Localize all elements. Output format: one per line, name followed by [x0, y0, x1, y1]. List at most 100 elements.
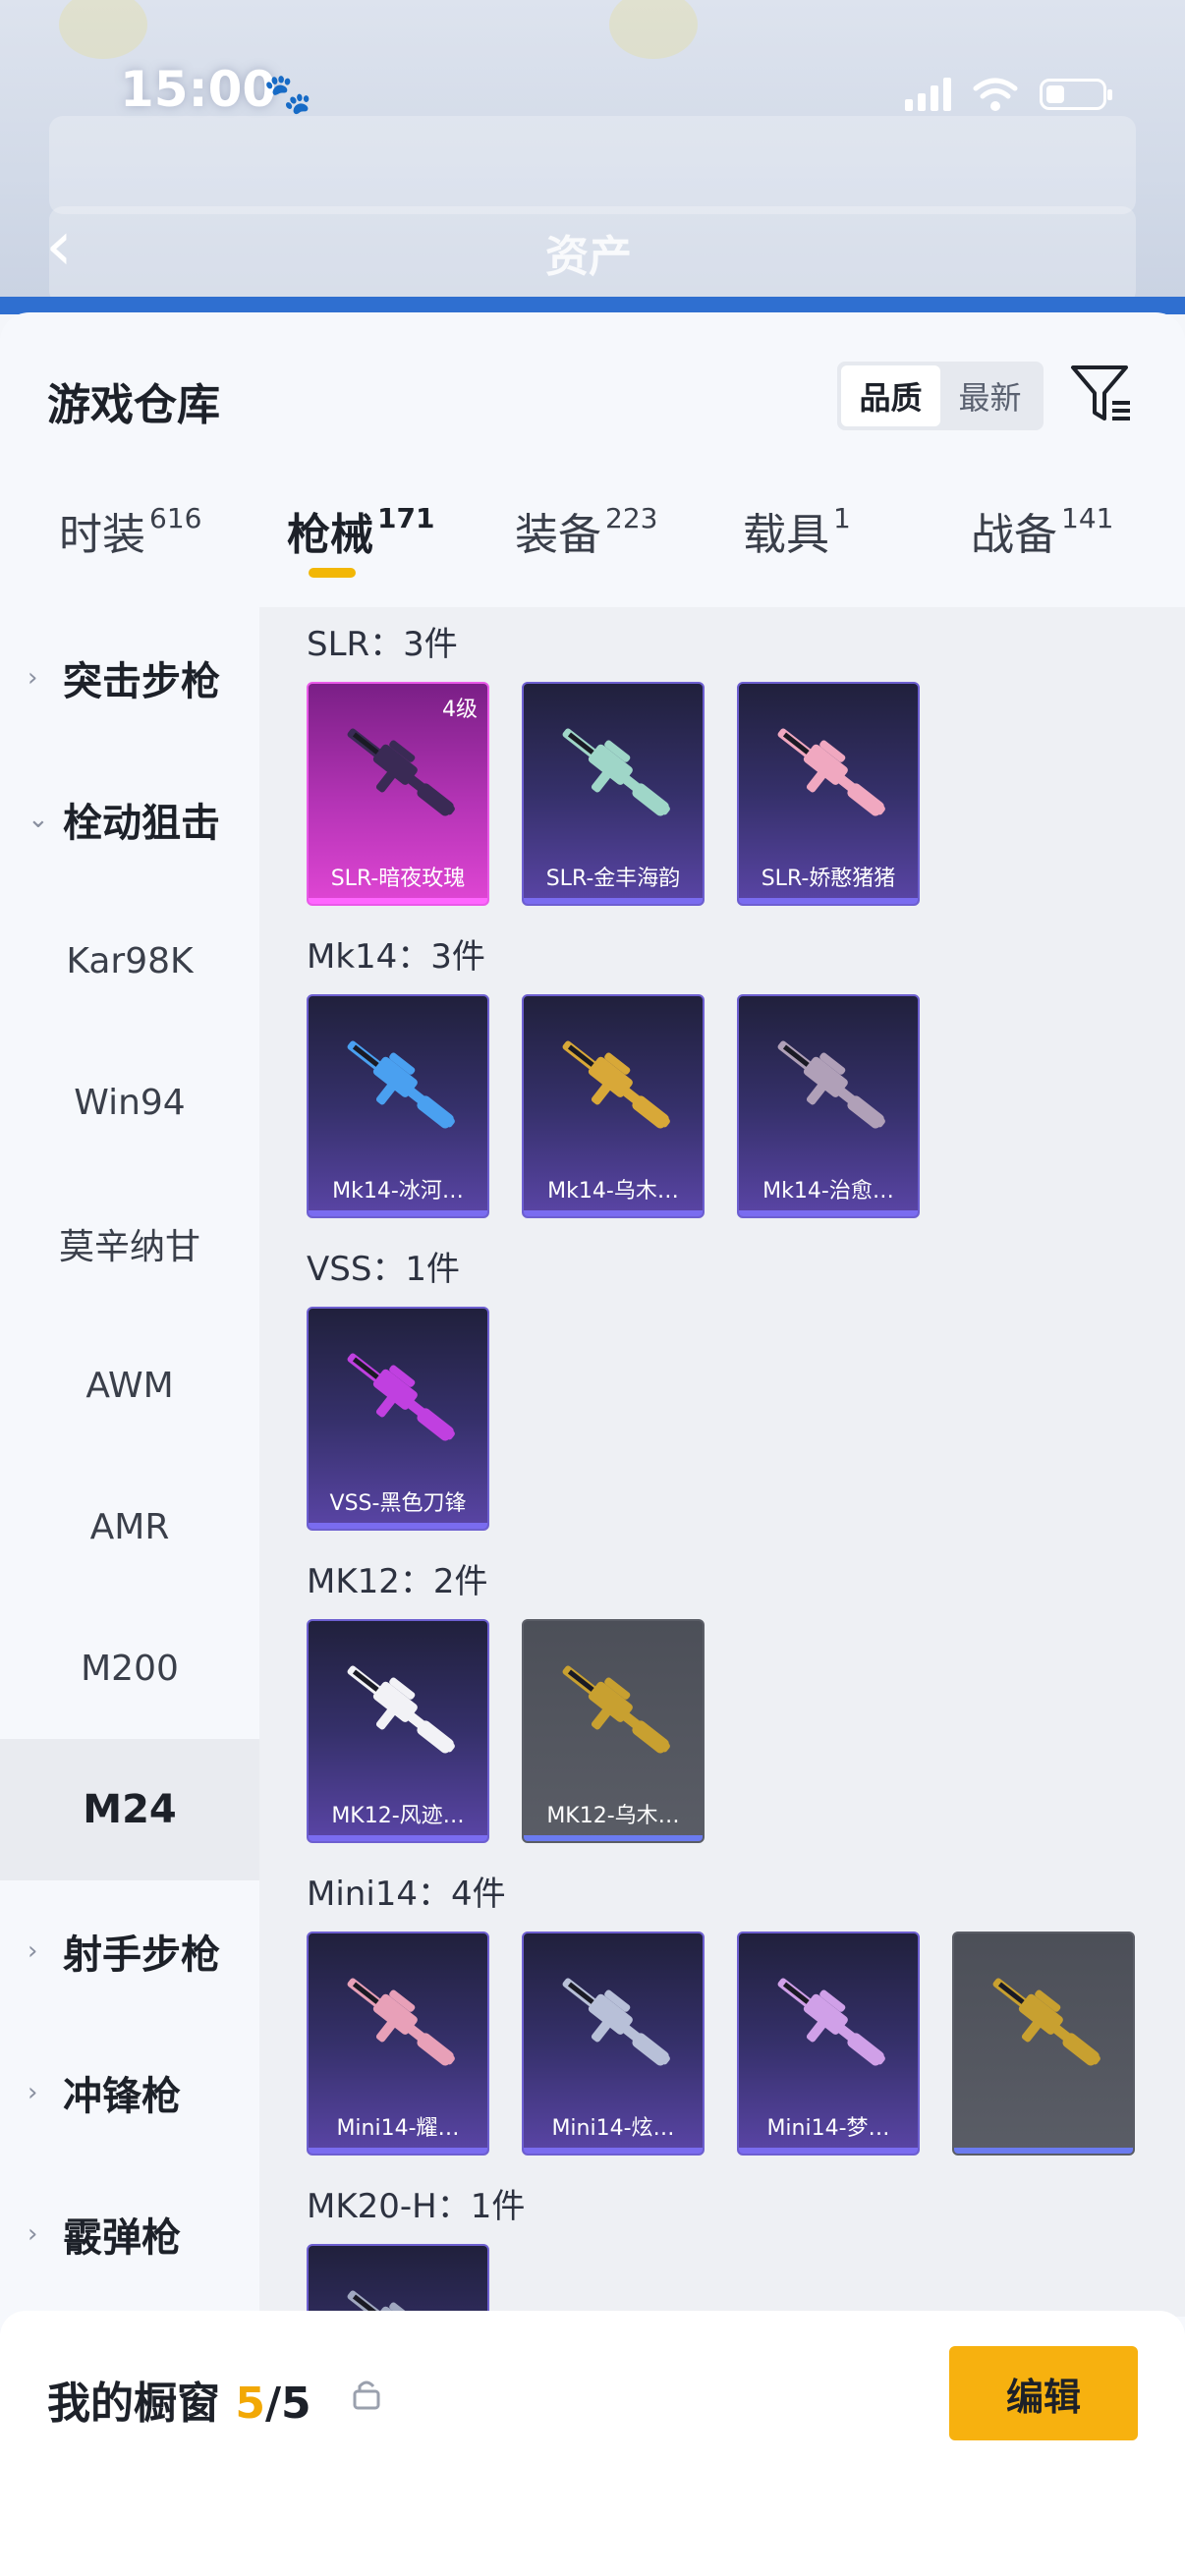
weapon-level-badge: 4级	[442, 698, 478, 722]
rifle-icon	[347, 1040, 455, 1129]
tab-count: 616	[149, 502, 202, 534]
weapon-name: Mk14-治愈…	[762, 1179, 894, 1204]
tab-equipment[interactable]: 装备 223	[515, 499, 657, 562]
edit-button[interactable]: 编辑	[949, 2346, 1138, 2440]
weapon-card[interactable]: 4级 SLR-暗夜玫瑰	[307, 682, 489, 906]
weapon-name: Mini14-梦…	[766, 2116, 890, 2141]
wifi-icon	[973, 78, 1018, 111]
battery-icon	[1040, 79, 1112, 110]
rifle-icon	[562, 1040, 670, 1129]
weapon-card[interactable]: MK12-风迹…	[307, 1619, 489, 1843]
signal-icon	[905, 78, 951, 111]
section-title: Mini14：4件	[307, 1875, 506, 1914]
weapon-card[interactable]: SLR-金丰海韵	[522, 682, 705, 906]
sidebar-item-smg[interactable]: › 冲锋枪	[0, 2022, 259, 2163]
weapon-card[interactable]: MK12-乌木…	[522, 1619, 705, 1843]
chevron-right-icon: ›	[28, 2078, 38, 2107]
sidebar-item-mosin[interactable]: 莫辛纳甘	[0, 1173, 259, 1315]
sort-newest-button[interactable]: 最新	[940, 365, 1040, 426]
tab-firearms[interactable]: 枪械 171	[287, 499, 435, 578]
rifle-icon	[562, 728, 670, 816]
weapon-name: Mk14-冰河…	[332, 1179, 464, 1204]
rifle-icon	[347, 1978, 455, 2066]
rifle-icon	[347, 1665, 455, 1754]
category-tabs: 时装 616 枪械 171 装备 223 载具 1 战备 141	[0, 499, 1185, 607]
weapon-card[interactable]: Mini14-耀…	[307, 1932, 489, 2156]
section-title: SLR：3件	[307, 625, 458, 664]
weapon-name: MK12-乌木…	[546, 1804, 680, 1828]
paw-icon: 🐾	[263, 72, 312, 117]
weapon-name: MK12-风迹…	[331, 1804, 465, 1828]
rifle-icon	[347, 728, 455, 816]
weapon-name: Mini14-炫…	[551, 2116, 675, 2141]
lock-icon	[353, 2380, 380, 2410]
tab-supplies[interactable]: 战备 141	[971, 499, 1113, 562]
chevron-right-icon: ›	[28, 663, 38, 693]
tab-count: 1	[833, 502, 851, 534]
sidebar-item-assault-rifle[interactable]: › 突击步枪	[0, 607, 259, 749]
active-tab-indicator	[309, 568, 356, 578]
rifle-icon	[562, 1665, 670, 1754]
rifle-icon	[347, 1353, 455, 1441]
weapon-name: Mk14-乌木…	[547, 1179, 679, 1204]
rifle-icon	[777, 728, 885, 816]
weapon-name: SLR-娇憨猪猪	[761, 867, 896, 891]
showcase-total: /5	[264, 2379, 311, 2429]
back-arrow-icon[interactable]: ‹	[45, 211, 94, 280]
sidebar-item-m200[interactable]: M200	[0, 1597, 259, 1739]
filter-icon[interactable]	[1069, 362, 1134, 426]
warehouse-title: 游戏仓库	[47, 380, 220, 430]
weapon-card[interactable]: VSS-黑色刀锋	[307, 1307, 489, 1531]
weapon-card[interactable]	[307, 2244, 489, 2317]
showcase-current-count: 5	[235, 2379, 265, 2429]
weapon-card[interactable]: Mini14-梦…	[737, 1932, 920, 2156]
rifle-icon	[992, 1978, 1100, 2066]
weapon-card[interactable]: Mk14-冰河…	[307, 994, 489, 1218]
sidebar-item-awm[interactable]: AWM	[0, 1315, 259, 1456]
tab-count: 223	[605, 502, 658, 534]
weapon-name: VSS-黑色刀锋	[329, 1491, 467, 1516]
sidebar-item-amr[interactable]: AMR	[0, 1456, 259, 1597]
weapon-name: SLR-暗夜玫瑰	[330, 867, 466, 891]
sidebar-item-m24[interactable]: M24	[0, 1739, 259, 1880]
rifle-icon	[562, 1978, 670, 2066]
weapon-card[interactable]: Mk14-治愈…	[737, 994, 920, 1218]
blurred-stats-row	[49, 116, 1136, 214]
weapon-name: Mini14-耀…	[336, 2116, 460, 2141]
rifle-icon	[777, 1040, 885, 1129]
weapon-card[interactable]: Mini14-炫…	[522, 1932, 705, 2156]
section-title: VSS：1件	[307, 1250, 461, 1289]
warehouse-sheet: 游戏仓库 品质 最新 时装 616 枪械 171 装备 223 载具 1 战备 141 ›…	[0, 312, 1185, 2576]
sidebar-item-shotgun[interactable]: › 霰弹枪	[0, 2163, 259, 2305]
section-title: MK12：2件	[307, 1562, 488, 1601]
sidebar-item-marksman-rifle[interactable]: › 射手步枪	[0, 1880, 259, 2022]
sort-toggle: 品质 最新	[837, 362, 1044, 430]
weapon-card[interactable]	[952, 1932, 1135, 2156]
sidebar-item-bolt-sniper[interactable]: ⌄ 栓动狙击	[0, 749, 259, 890]
chevron-down-icon: ⌄	[28, 805, 49, 834]
section-title: Mk14：3件	[307, 937, 485, 977]
section-title: MK20-H：1件	[307, 2187, 526, 2226]
chevron-right-icon: ›	[28, 1936, 38, 1966]
tab-vehicles[interactable]: 载具 1	[743, 499, 851, 562]
weapon-card[interactable]: SLR-娇憨猪猪	[737, 682, 920, 906]
tab-count: 171	[377, 502, 435, 534]
weapon-grid: SLR：3件 4级 SLR-暗夜玫瑰 SLR-金丰海韵 SLR-娇憨猪猪 Mk14：3件 M…	[259, 607, 1185, 2317]
tab-count: 141	[1061, 502, 1114, 534]
sidebar-item-win94[interactable]: Win94	[0, 1032, 259, 1173]
status-time: 15:00	[120, 61, 277, 118]
blurred-emblem-left	[59, 0, 147, 59]
header-background: 15:00 🐾 ‹ 资产	[0, 0, 1185, 314]
weapon-name: SLR-金丰海韵	[545, 867, 681, 891]
tab-fashion[interactable]: 时装 616	[59, 499, 201, 562]
page-title: 资产	[545, 232, 632, 282]
weapon-card[interactable]: Mk14-乌木…	[522, 994, 705, 1218]
status-icons	[905, 77, 1112, 112]
sidebar-item-kar98k[interactable]: Kar98K	[0, 890, 259, 1032]
showcase-bar: 我的橱窗 5/5 编辑	[0, 2311, 1185, 2576]
chevron-right-icon: ›	[28, 2219, 38, 2249]
weapon-type-sidebar: › 突击步枪 ⌄ 栓动狙击 Kar98K Win94 莫辛纳甘 AWM AMR M2…	[0, 607, 259, 2317]
rifle-icon	[777, 1978, 885, 2066]
sort-quality-button[interactable]: 品质	[841, 365, 940, 426]
blurred-emblem-right	[609, 0, 698, 59]
